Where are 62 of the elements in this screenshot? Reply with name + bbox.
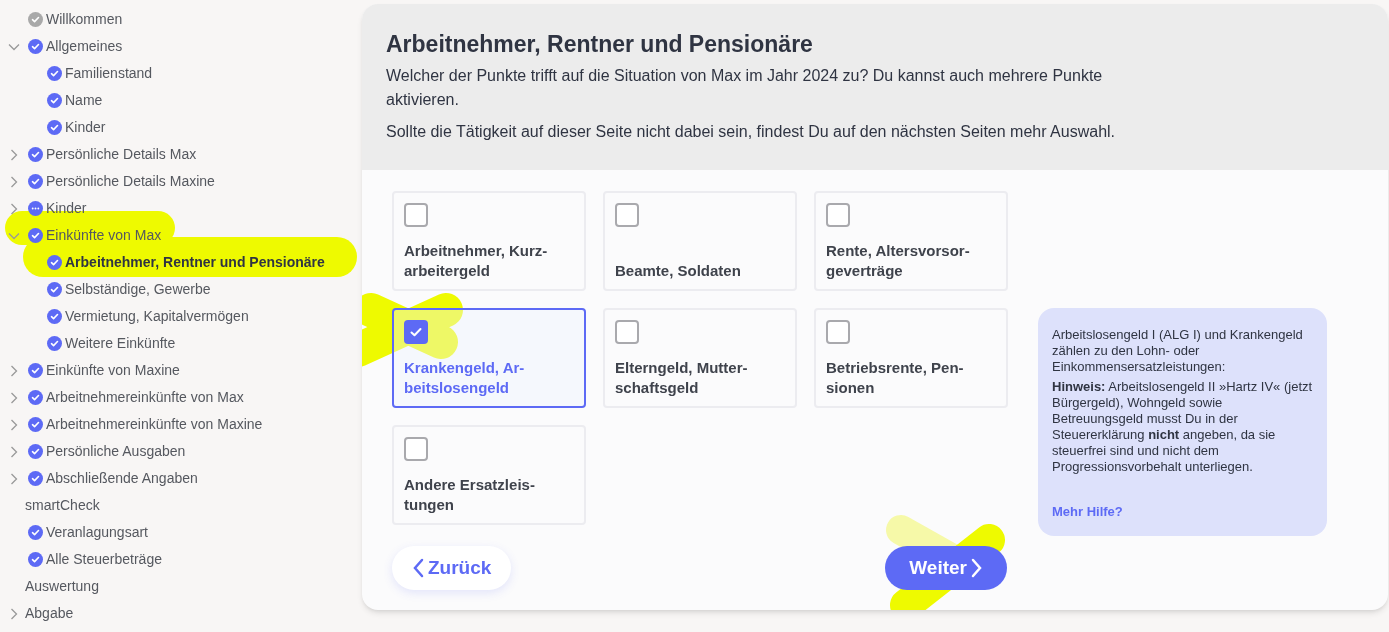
nav-item[interactable]: Kinder (65, 117, 106, 138)
nav-item[interactable]: Persönliche Details Maxine (46, 171, 215, 192)
option-label: Betriebsrente, Pen- sionen (826, 358, 965, 398)
nav-item[interactable]: Vermietung, Kapitalvermögen (65, 306, 249, 327)
chevron-right-icon[interactable] (8, 472, 20, 485)
nav-item[interactable]: Einkünfte von Max (46, 225, 162, 246)
nav-item[interactable]: Weitere Einkünfte (65, 333, 176, 354)
nav-item[interactable]: Allgemeines (46, 36, 123, 57)
note-text: Sollte die Tätigkeit auf dieser Seite nicht dabei sein, findest Du auf den nächsten Seiten mehr Auswahl. (386, 122, 1117, 142)
back-button[interactable]: Zurück (392, 546, 512, 590)
nav-item[interactable]: Persönliche Details Max (46, 144, 197, 165)
nav-item[interactable]: Veranlagungsart (46, 522, 148, 543)
chevron-right-icon[interactable] (8, 607, 20, 620)
checkbox[interactable] (826, 203, 850, 227)
option-label: Elterngeld, Mutter- schaftsgeld (615, 358, 749, 398)
option-card[interactable]: Arbeitnehmer, Kurz- arbeitergeld (392, 191, 586, 291)
nav-item[interactable]: Persönliche Ausgaben (46, 441, 186, 462)
chevron-right-icon (971, 558, 983, 578)
option-label: Beamte, Soldaten (615, 261, 742, 281)
check-icon (409, 325, 423, 339)
nav-item[interactable]: Familienstand (65, 63, 153, 84)
nav-item[interactable]: Selbständige, Gewerbe (65, 279, 211, 300)
page-title: Arbeitnehmer, Rentner und Pensionäre (386, 30, 814, 59)
option-card[interactable]: Rente, Altersvorsor- geverträge (814, 191, 1008, 291)
nav-item[interactable]: Abschließende Angaben (46, 468, 198, 489)
nav-item[interactable]: smartCheck (25, 495, 100, 516)
chevron-left-icon (412, 558, 424, 578)
chevron-right-icon[interactable] (8, 175, 20, 188)
next-button[interactable]: Weiter (885, 546, 1007, 590)
option-label: Krankengeld, Ar- beitslosengeld (404, 358, 526, 398)
chevron-right-icon[interactable] (8, 391, 20, 404)
checkbox[interactable] (404, 320, 428, 344)
help-text: Arbeitslosengeld I (ALG I) und Krankengeld zählen zu den Lohn- oder Einkommensersatzleistungen: (1052, 327, 1304, 375)
chevron-right-icon[interactable] (8, 364, 20, 377)
nav-item[interactable]: Name (65, 90, 103, 111)
checkbox[interactable] (615, 320, 639, 344)
chevron-right-icon[interactable] (8, 418, 20, 431)
checkbox[interactable] (615, 203, 639, 227)
chevron-right-icon[interactable] (8, 445, 20, 458)
hint-text: Hinweis: Arbeitslosengeld II »Hartz IV« (jetzt Bürgergeld), Wohngeld sowie Betreuungsgeld musst Du in der Steuererklärung nicht angeben, da sie steuerfrei sind und nicht dem Progressionsvorbehalt unterliegen. (1052, 379, 1313, 475)
nav-item[interactable]: Arbeitnehmereinkünfte von Max (46, 387, 244, 408)
option-card[interactable]: Elterngeld, Mutter- schaftsgeld (603, 308, 797, 408)
chevron-right-icon[interactable] (8, 202, 20, 215)
option-card[interactable]: Beamte, Soldaten (603, 191, 797, 291)
nav-item[interactable]: Arbeitnehmer, Rentner und Pensionäre (65, 252, 325, 273)
checkbox[interactable] (404, 437, 428, 461)
option-label: Arbeitnehmer, Kurz- arbeitergeld (404, 241, 549, 281)
option-label: Rente, Altersvorsor- geverträge (826, 241, 971, 281)
option-card[interactable]: Betriebsrente, Pen- sionen (814, 308, 1008, 408)
chevron-right-icon[interactable] (8, 148, 20, 161)
option-card[interactable]: Andere Ersatzleis- tungen (392, 425, 586, 525)
checkbox[interactable] (826, 320, 850, 344)
nav-item[interactable]: Alle Steuerbeträge (46, 549, 162, 570)
option-label: Andere Ersatzleis- tungen (404, 475, 536, 515)
nav-item[interactable]: Willkommen (46, 9, 123, 30)
nav-item[interactable]: Arbeitnehmereinkünfte von Maxine (46, 414, 263, 435)
nav-item[interactable]: Auswertung (25, 576, 99, 597)
nav-item[interactable]: Abgabe (25, 603, 74, 624)
question-text: Welcher der Punkte trifft auf die Situation von Max im Jahr 2024 zu? Du kannst auch mehrere Punkte aktivieren. (386, 66, 1104, 110)
nav-item[interactable]: Einkünfte von Maxine (46, 360, 180, 381)
checkbox[interactable] (404, 203, 428, 227)
option-card[interactable]: Krankengeld, Ar- beitslosengeld (392, 308, 586, 408)
